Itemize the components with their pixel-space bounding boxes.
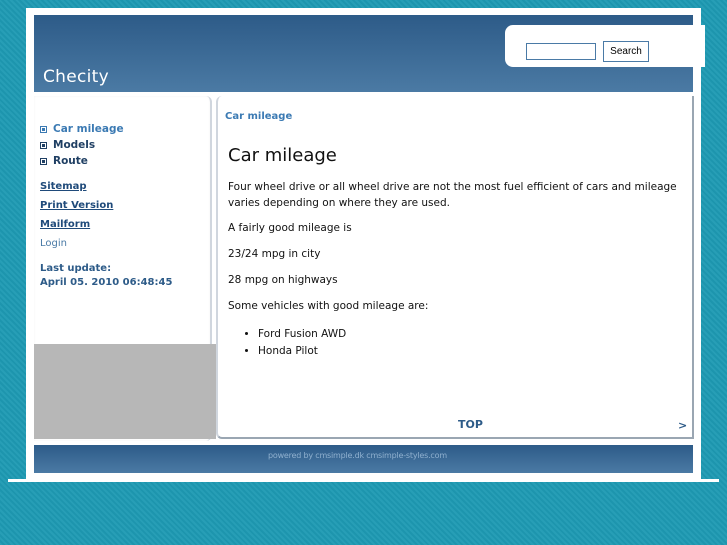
next-page-link[interactable]: >: [678, 419, 687, 432]
square-bullet-icon: [40, 125, 47, 133]
sidebar-item-label: Car mileage: [53, 123, 124, 135]
site-footer: powered by cmsimple.dk cmsimple-styles.c…: [34, 445, 693, 473]
search-input[interactable]: [526, 43, 596, 60]
mailform-link[interactable]: Mailform: [40, 219, 90, 230]
sidebar-item-car-mileage[interactable]: Car mileage: [40, 121, 124, 137]
content-paragraph: Four wheel drive or all wheel drive are …: [228, 181, 677, 209]
frame-baseline: [8, 479, 719, 482]
square-bullet-icon: [40, 157, 47, 165]
sidebar-filler: [34, 344, 216, 439]
top-link[interactable]: TOP: [458, 418, 483, 431]
site-title[interactable]: Checity: [43, 67, 109, 87]
last-update: Last update: April 05. 2010 06:48:45: [40, 262, 172, 290]
breadcrumb[interactable]: Car mileage: [225, 111, 292, 122]
sidebar-item-route[interactable]: Route: [40, 153, 124, 169]
vehicle-list: Ford Fusion AWD Honda Pilot: [234, 326, 346, 360]
print-version-link[interactable]: Print Version: [40, 200, 113, 211]
footer-credits[interactable]: powered by cmsimple.dk cmsimple-styles.c…: [268, 451, 447, 460]
sitemap-link[interactable]: Sitemap: [40, 181, 87, 192]
last-update-value: April 05. 2010 06:48:45: [40, 277, 173, 288]
sidebar-menu: Car mileage Models Route: [40, 121, 124, 169]
last-update-label: Last update:: [40, 263, 112, 274]
login-link[interactable]: Login: [40, 238, 67, 249]
page-title: Car mileage: [228, 145, 337, 166]
sidebar-item-label: Route: [53, 155, 88, 167]
content-paragraph: A fairly good mileage is: [228, 222, 352, 234]
search-button[interactable]: Search: [603, 41, 649, 62]
main-content: Car mileage Car mileage Four wheel drive…: [216, 96, 694, 439]
content-paragraph: 23/24 mpg in city: [228, 248, 321, 260]
sidebar-item-models[interactable]: Models: [40, 137, 124, 153]
square-bullet-icon: [40, 141, 47, 149]
content-paragraph: Some vehicles with good mileage are:: [228, 300, 429, 312]
content-paragraph: 28 mpg on highways: [228, 274, 338, 286]
search-area: Search: [505, 25, 705, 67]
list-item: Honda Pilot: [258, 343, 346, 360]
sidebar-item-label: Models: [53, 139, 96, 151]
site-header: Checity Search: [34, 15, 705, 92]
list-item: Ford Fusion AWD: [258, 326, 346, 343]
